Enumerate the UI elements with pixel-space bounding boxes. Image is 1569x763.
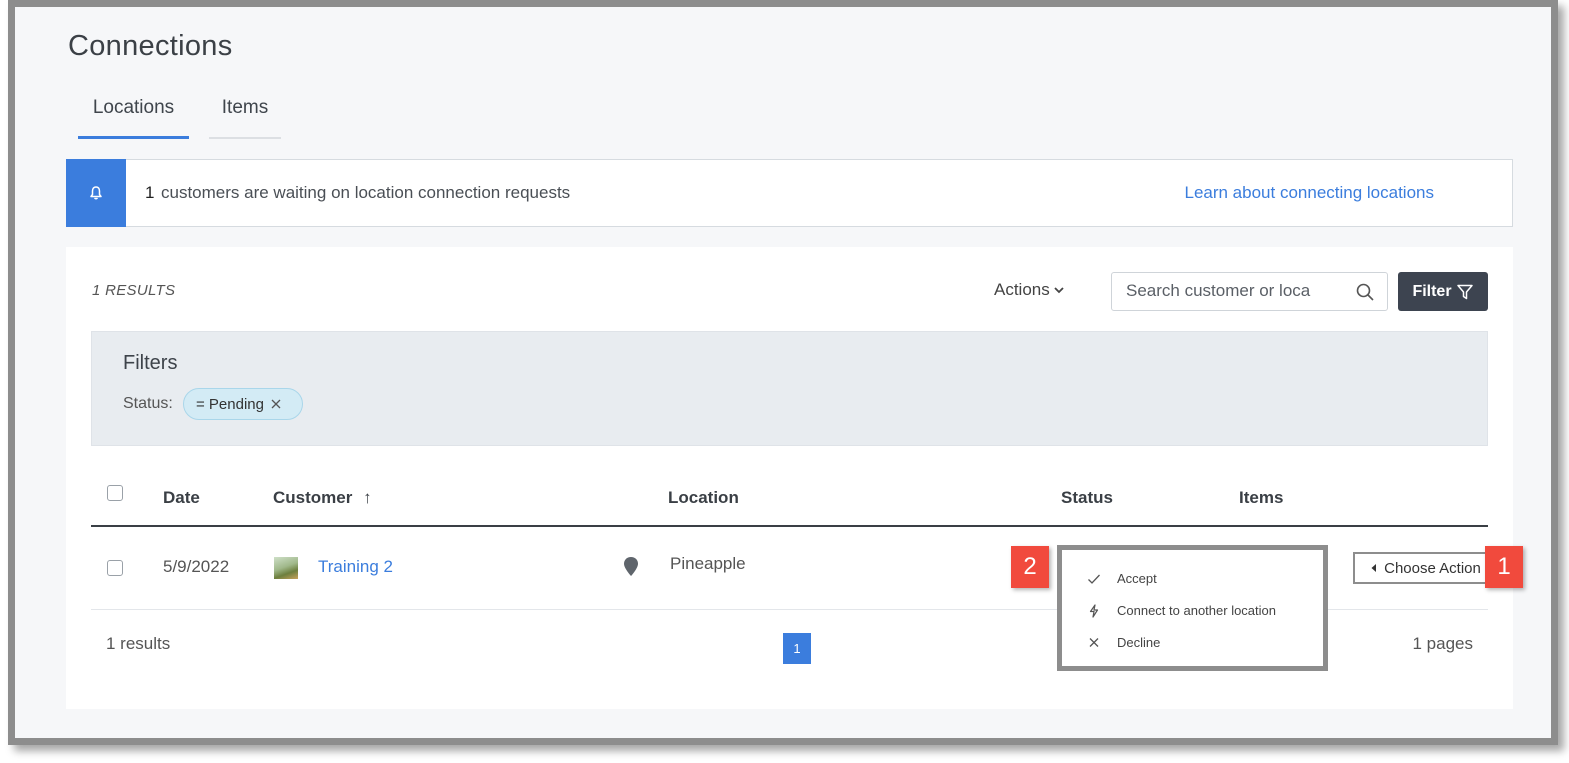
search-input[interactable] [1126,281,1341,301]
header-divider [91,525,1488,527]
results-count: 1 RESULTS [92,282,176,299]
alert-message: customers are waiting on location connec… [161,183,571,202]
column-header-date[interactable]: Date [163,488,200,508]
row-checkbox[interactable] [107,560,123,576]
menu-item-accept[interactable]: Accept [1087,571,1157,586]
close-icon [1089,637,1099,647]
bell-icon [90,186,102,200]
filter-button[interactable]: Filter [1398,272,1488,311]
search-icon[interactable] [1355,282,1375,302]
alert-count: 1 [145,183,155,202]
chevron-down-icon [1054,287,1064,294]
menu-item-accept-label: Accept [1117,571,1157,586]
tab-locations[interactable]: Locations [78,97,189,139]
actions-label: Actions [994,280,1050,299]
location-pin-icon [624,557,638,576]
footer-page-count: 1 pages [1412,634,1474,653]
bolt-icon [1089,603,1099,618]
customer-avatar [274,557,298,579]
search-field [1111,272,1388,311]
column-header-items[interactable]: Items [1239,488,1283,508]
check-icon [1088,574,1100,584]
filters-title: Filters [123,352,178,374]
callout-badge-1: 1 [1485,546,1523,588]
learn-connecting-locations-link[interactable]: Learn about connecting locations [1184,183,1434,203]
connection-requests-alert: 1 customers are waiting on location conn… [66,159,1513,227]
choose-action-button[interactable]: Choose Action [1353,552,1498,584]
actions-dropdown[interactable]: Actions [994,280,1065,300]
column-header-location[interactable]: Location [668,488,739,508]
footer-results-count: 1 results [106,634,171,653]
tab-items[interactable]: Items [209,97,281,139]
menu-item-connect-another-location[interactable]: Connect to another location [1087,603,1276,618]
row-location: Pineapple [670,554,746,573]
filters-panel: Filters Status: = Pending [91,331,1488,446]
choose-action-label: Choose Action [1384,559,1481,577]
filter-status-label: Status: [123,395,173,412]
action-menu: Accept Connect to another location Decli… [1057,545,1328,671]
select-all-checkbox[interactable] [107,485,123,501]
column-header-status[interactable]: Status [1061,488,1113,508]
column-header-customer[interactable]: Customer ↑ [273,488,372,508]
alert-icon-box [66,159,126,227]
row-date: 5/9/2022 [163,557,230,576]
customer-link[interactable]: Training 2 [318,557,393,577]
status-pending-chip: = Pending [183,388,303,420]
page-button-current[interactable]: 1 [783,633,811,664]
remove-filter-icon[interactable] [270,398,282,410]
caret-left-icon [1371,564,1377,572]
sort-ascending-icon: ↑ [363,488,372,507]
filter-button-label: Filter [1412,282,1452,300]
menu-item-connect-label: Connect to another location [1117,603,1276,618]
page-title: Connections [68,30,233,62]
callout-badge-2: 2 [1011,546,1049,588]
menu-item-decline[interactable]: Decline [1087,635,1160,650]
menu-item-decline-label: Decline [1117,635,1161,650]
table-header: Date Customer ↑ Location Status Items [91,467,1488,526]
customer-header-label: Customer [273,488,353,507]
chip-label: = Pending [196,395,264,413]
funnel-icon [1456,284,1473,299]
